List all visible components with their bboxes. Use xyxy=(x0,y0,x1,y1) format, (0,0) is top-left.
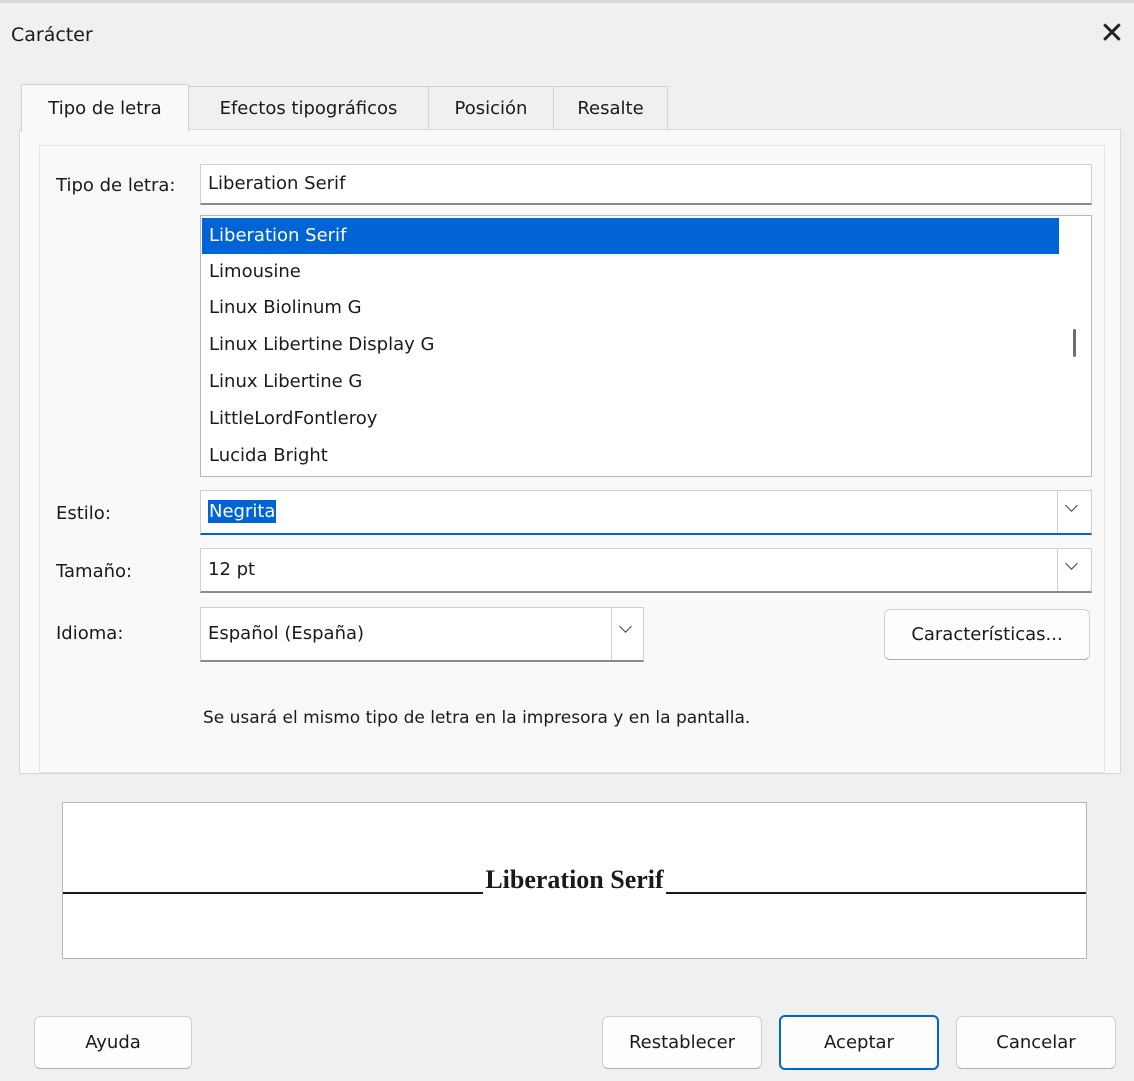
chevron-down-icon xyxy=(1065,499,1078,512)
cancel-button[interactable]: Cancelar xyxy=(956,1016,1116,1069)
size-combobox[interactable]: 12 pt xyxy=(200,548,1092,593)
font-list-item[interactable]: Limousine xyxy=(202,254,1059,290)
size-label: Tamaño: xyxy=(56,561,133,582)
language-value: Español (España) xyxy=(208,623,365,644)
close-icon[interactable]: ✕ xyxy=(1096,18,1128,52)
font-list-item[interactable]: LittleLordFontleroy xyxy=(202,401,1059,437)
font-list-item[interactable]: Lucida Bright xyxy=(202,438,1059,474)
font-name-input[interactable]: Liberation Serif xyxy=(200,164,1092,205)
help-button[interactable]: Ayuda xyxy=(34,1016,192,1069)
font-list[interactable]: Liberation Serif Limousine Linux Biolinu… xyxy=(200,215,1092,477)
size-dropdown-button[interactable] xyxy=(1057,549,1088,591)
font-list-item[interactable]: Liberation Serif xyxy=(202,218,1059,254)
font-label: Tipo de letra: xyxy=(56,175,176,196)
language-label: Idioma: xyxy=(56,623,124,644)
font-list-item[interactable]: Linux Libertine Display G xyxy=(202,327,1059,363)
ok-button[interactable]: Aceptar xyxy=(779,1015,939,1070)
tab-posicion[interactable]: Posición xyxy=(428,86,554,130)
font-list-item[interactable]: Linux Biolinum G xyxy=(202,290,1059,326)
style-value: Negrita xyxy=(208,500,277,523)
font-info-note: Se usará el mismo tipo de letra en la im… xyxy=(203,708,751,728)
tab-resalte[interactable]: Resalte xyxy=(553,86,668,130)
style-dropdown-button[interactable] xyxy=(1057,491,1088,533)
reset-button[interactable]: Restablecer xyxy=(602,1016,762,1069)
tab-tipo-de-letra[interactable]: Tipo de letra xyxy=(21,84,189,132)
language-dropdown-button[interactable] xyxy=(611,608,642,660)
window-top-edge xyxy=(0,0,1134,8)
language-combobox[interactable]: Español (España) xyxy=(200,607,644,662)
font-list-item[interactable]: Linux Libertine G xyxy=(202,364,1059,400)
size-value: 12 pt xyxy=(208,559,256,580)
style-combobox[interactable]: Negrita xyxy=(200,490,1092,535)
preview-text: Liberation Serif xyxy=(483,865,666,894)
font-preview: Liberation Serif xyxy=(62,802,1087,959)
dialog-title: Carácter xyxy=(11,24,93,46)
chevron-down-icon xyxy=(619,620,632,633)
font-name-value: Liberation Serif xyxy=(208,173,346,194)
tab-efectos-tipograficos[interactable]: Efectos tipográficos xyxy=(188,86,429,130)
preview-text-row: Liberation Serif xyxy=(63,865,1086,895)
style-label: Estilo: xyxy=(56,503,111,524)
font-list-scrollbar[interactable] xyxy=(1073,329,1076,357)
chevron-down-icon xyxy=(1065,557,1078,570)
features-button[interactable]: Características... xyxy=(884,609,1090,660)
